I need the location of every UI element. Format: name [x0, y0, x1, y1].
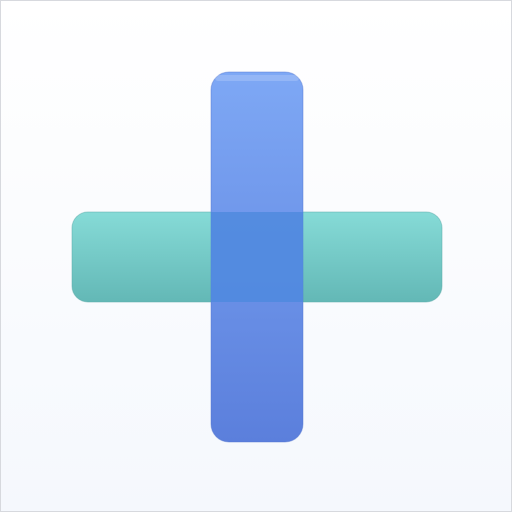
- plus-overlap: [211, 212, 303, 302]
- plus-icon: [71, 71, 443, 443]
- app-icon-tile: [0, 0, 512, 512]
- vertical-bar-highlight: [215, 75, 299, 81]
